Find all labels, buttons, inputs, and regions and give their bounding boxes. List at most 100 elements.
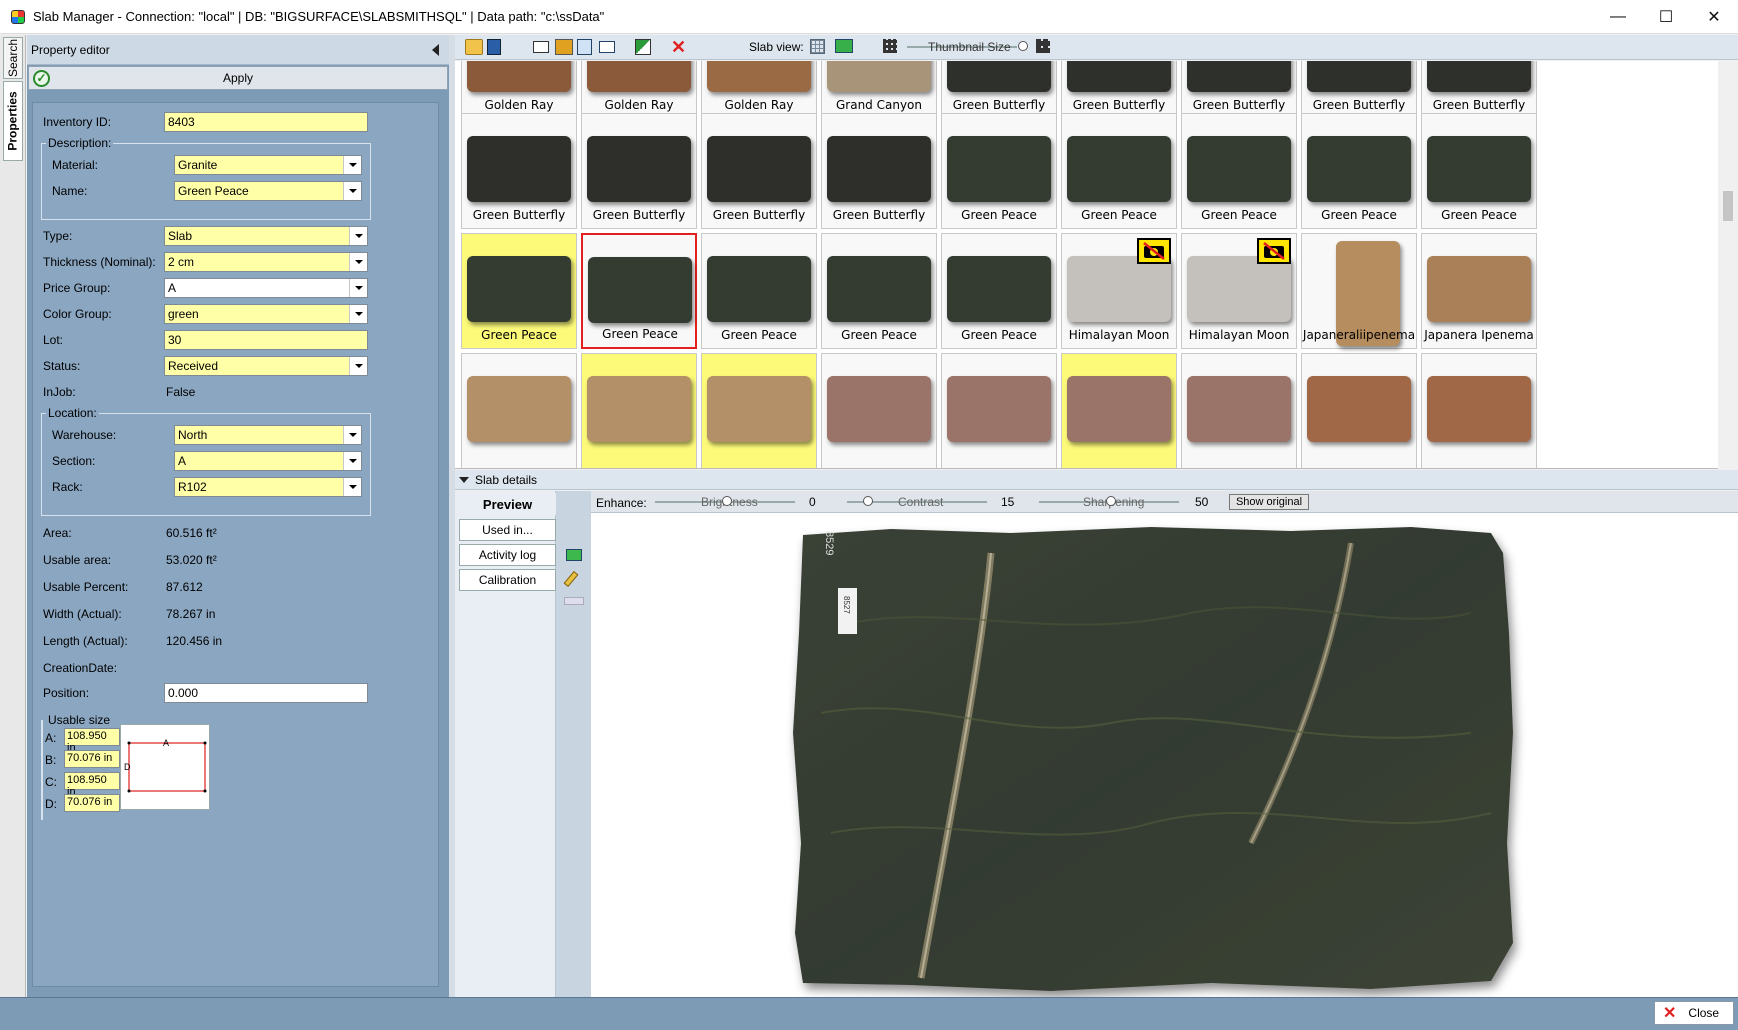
slab-thumbnail[interactable]: Japanera Ipenema: [1421, 233, 1537, 349]
slab-thumbnail[interactable]: Green Peace: [701, 233, 817, 349]
slab-thumbnail[interactable]: Himalayan Moon: [1181, 233, 1297, 349]
usable-b-field[interactable]: 70.076 in: [64, 750, 120, 768]
location-group-title: Location:: [46, 406, 99, 420]
slab-thumbnail[interactable]: [701, 353, 817, 468]
image-tool-icon[interactable]: [566, 549, 582, 561]
slab-thumbnail[interactable]: [1421, 353, 1537, 468]
open-folder-icon[interactable]: [465, 39, 483, 55]
image-view-icon[interactable]: [835, 39, 853, 53]
slab-thumbnail[interactable]: [1061, 353, 1177, 468]
large-thumbs-icon[interactable]: [1036, 39, 1050, 53]
slab-thumbnail[interactable]: [461, 353, 577, 468]
tab-activity-log[interactable]: Activity log: [459, 544, 556, 566]
warehouse-select[interactable]: North: [174, 425, 362, 445]
slab-thumbnail[interactable]: Golden Ray: [701, 61, 817, 119]
slab-thumbnail[interactable]: Green Peace: [941, 233, 1057, 349]
slab-thumbnail[interactable]: Green Peace: [461, 233, 577, 349]
slab-thumbnail[interactable]: Green Butterfly: [1421, 61, 1537, 119]
slab-thumbnail[interactable]: Green Peace: [1421, 113, 1537, 229]
rack-select[interactable]: R102: [174, 477, 362, 497]
contrast-slider[interactable]: [863, 496, 873, 506]
sharpening-slider[interactable]: [1106, 496, 1116, 506]
usable-d-field[interactable]: 70.076 in: [64, 794, 120, 812]
slab-thumbnail[interactable]: Golden Ray: [461, 61, 577, 119]
type-select[interactable]: Slab: [164, 226, 368, 246]
delete-icon[interactable]: ✕: [671, 38, 689, 56]
thumbnail-size-slider[interactable]: [1018, 41, 1028, 51]
slab-thumbnail[interactable]: Green Butterfly: [461, 113, 577, 229]
material-select[interactable]: Granite: [174, 155, 362, 175]
slab-thumbnail[interactable]: Golden Ray: [581, 61, 697, 119]
slab-thumbnail[interactable]: [821, 353, 937, 468]
collapse-details-icon[interactable]: [459, 476, 469, 483]
tab-calibration[interactable]: Calibration: [459, 569, 556, 591]
chevron-down-icon: [343, 182, 361, 200]
print-icon[interactable]: [555, 39, 573, 55]
slab-thumbnail[interactable]: [941, 353, 1057, 468]
name-select[interactable]: Green Peace: [174, 181, 362, 201]
price-group-select[interactable]: A: [164, 278, 368, 298]
slab-thumbnail[interactable]: Green Peace: [1061, 113, 1177, 229]
lot-field[interactable]: 30: [164, 330, 368, 350]
slab-thumbnail[interactable]: Green Butterfly: [1061, 61, 1177, 119]
position-field[interactable]: 0.000: [164, 683, 368, 703]
slab-thumbnail-image: [827, 256, 931, 322]
maximize-button[interactable]: ☐: [1642, 0, 1690, 34]
gallery-scrollbar[interactable]: [1718, 61, 1738, 469]
slab-thumbnail[interactable]: [1301, 353, 1417, 468]
slab-thumbnail[interactable]: Himalayan Moon: [1061, 233, 1177, 349]
slab-thumbnail-image: [1307, 136, 1411, 202]
edit-image-icon[interactable]: [635, 39, 651, 55]
tab-preview[interactable]: Preview: [459, 493, 556, 515]
slab-thumbnail[interactable]: Green Peace: [581, 233, 697, 349]
usable-d-label: D:: [45, 797, 57, 811]
slab-thumbnail[interactable]: Grand Canyon: [821, 61, 937, 119]
pencil-icon[interactable]: [563, 570, 579, 588]
color-group-select[interactable]: green: [164, 304, 368, 324]
slab-thumbnail[interactable]: Japaneraliipenema: [1301, 233, 1417, 349]
export-icon[interactable]: [577, 39, 592, 55]
slab-thumbnail[interactable]: [1181, 353, 1297, 468]
slab-thumbnail[interactable]: Green Butterfly: [821, 113, 937, 229]
collapse-left-icon[interactable]: [432, 44, 439, 56]
tab-properties[interactable]: Properties: [3, 81, 23, 161]
slab-thumbnail[interactable]: Green Butterfly: [1181, 61, 1297, 119]
barcode-icon[interactable]: [533, 41, 549, 53]
section-select[interactable]: A: [174, 451, 362, 471]
slab-thumbnail[interactable]: [581, 353, 697, 468]
close-button[interactable]: ✕ Close: [1654, 1001, 1734, 1025]
show-original-button[interactable]: Show original: [1229, 494, 1309, 510]
slab-thumbnail[interactable]: Green Peace: [941, 113, 1057, 229]
slab-thumbnail[interactable]: Green Peace: [1301, 113, 1417, 229]
chevron-down-icon: [343, 478, 361, 496]
slab-thumbnail-name: Green Butterfly: [952, 98, 1046, 112]
usable-c-field[interactable]: 108.950 in: [64, 772, 120, 798]
slab-thumbnail[interactable]: Green Butterfly: [1301, 61, 1417, 119]
measure-icon[interactable]: [564, 597, 584, 605]
email-icon[interactable]: [599, 41, 615, 53]
brightness-slider[interactable]: [722, 496, 732, 506]
slab-thumbnail[interactable]: Green Butterfly: [701, 113, 817, 229]
slab-thumbnail-image: [1187, 256, 1291, 322]
slab-thumbnail-image: [707, 256, 811, 322]
slab-thumbnail[interactable]: Green Butterfly: [941, 61, 1057, 119]
tab-used-in[interactable]: Used in...: [459, 519, 556, 541]
close-window-button[interactable]: ✕: [1690, 0, 1738, 34]
window-title: Slab Manager - Connection: "local" | DB:…: [33, 9, 605, 24]
save-icon[interactable]: [487, 39, 501, 55]
thickness-select[interactable]: 2 cm: [164, 252, 368, 272]
grid-view-icon[interactable]: [810, 39, 825, 54]
small-thumbs-icon[interactable]: [883, 39, 897, 53]
slab-thumbnail[interactable]: Green Butterfly: [581, 113, 697, 229]
tab-search[interactable]: Search: [3, 37, 23, 79]
apply-button[interactable]: ✓ Apply: [28, 66, 448, 90]
minimize-button[interactable]: —: [1594, 0, 1642, 34]
slab-thumbnail[interactable]: Green Peace: [821, 233, 937, 349]
inventory-id-field[interactable]: 8403: [164, 112, 368, 132]
usable-a-field[interactable]: 108.950 in: [64, 728, 120, 754]
scrollbar-thumb[interactable]: [1723, 191, 1733, 221]
slab-details-header[interactable]: Slab details: [455, 470, 1738, 490]
status-select[interactable]: Received: [164, 356, 368, 376]
usable-percent-value: 87.612: [166, 580, 203, 594]
slab-thumbnail[interactable]: Green Peace: [1181, 113, 1297, 229]
